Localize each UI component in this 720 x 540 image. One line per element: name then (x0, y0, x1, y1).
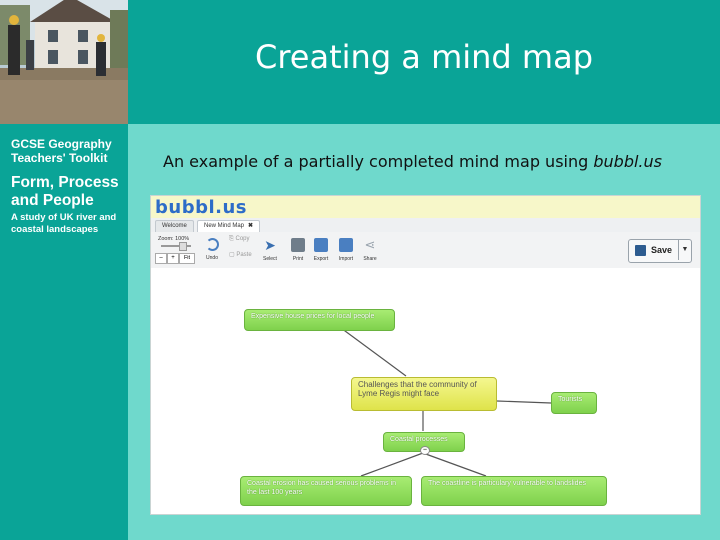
toolkit-title: GCSE Geography Teachers' Toolkit (11, 137, 112, 165)
tab-new-mind-map[interactable]: New Mind Map ✖ (197, 220, 261, 232)
copy-icon: ⎘ (229, 236, 234, 242)
tab-strip: Welcome New Mind Map ✖ (151, 218, 700, 233)
node-text: Expensive house prices for local people (251, 313, 375, 320)
undo-icon (205, 238, 219, 251)
paste-label: Paste (236, 252, 252, 258)
import-button[interactable]: Import (335, 234, 357, 262)
bubblus-app-screenshot: bubbl.us Welcome New Mind Map ✖ Zoom: 100… (150, 195, 701, 515)
node-text: Coastal erosion has caused serious probl… (247, 480, 397, 496)
mind-map-node[interactable]: Expensive house prices for local people (244, 309, 395, 331)
share-label: Share (363, 256, 377, 262)
bubblus-logo: bubbl.us (155, 197, 248, 218)
slide-title: Creating a mind map (255, 38, 593, 76)
zoom-in-button[interactable]: + (167, 253, 179, 264)
export-button[interactable]: Export (310, 234, 332, 262)
sidebar: GCSE Geography Teachers' Toolkit Form, P… (0, 0, 128, 540)
mind-map-canvas[interactable]: Expensive house prices for local people … (151, 268, 700, 514)
undo-label: Undo (206, 255, 218, 261)
copy-label: Copy (235, 236, 250, 242)
tab-welcome[interactable]: Welcome (155, 220, 194, 232)
flood-photo (0, 0, 128, 124)
title-band: Creating a mind map (128, 0, 720, 124)
node-text: Tourists (558, 396, 583, 403)
mind-map-node[interactable]: Coastal erosion has caused serious probl… (240, 476, 412, 506)
tab-new-mind-map-label: New Mind Map (204, 223, 245, 229)
select-button[interactable]: ➤ Select (259, 234, 281, 262)
paste-icon: ▢ (229, 252, 235, 258)
node-text: The coastline is particulary vulnerable … (428, 480, 586, 487)
mind-map-node[interactable]: The coastline is particulary vulnerable … (421, 476, 607, 506)
import-label: Import (338, 256, 354, 262)
floppy-disk-icon (635, 245, 646, 256)
mind-map-node[interactable]: Tourists (551, 392, 597, 414)
mind-map-node[interactable]: Coastal processes – (383, 432, 465, 455)
caption-text: An example of a partially completed mind… (163, 152, 594, 171)
toolkit-text: GCSE Geography Teachers' Toolkit Form, P… (11, 137, 126, 236)
cursor-icon: ➤ (264, 237, 276, 253)
export-icon (314, 238, 328, 252)
export-label: Export (313, 256, 329, 262)
select-label: Select (263, 256, 277, 262)
paste-button[interactable]: ▢ Paste (229, 251, 252, 258)
printer-icon (291, 238, 305, 252)
print-button[interactable]: Print (287, 234, 309, 262)
node-text: Coastal processes (390, 436, 448, 443)
close-icon[interactable]: ✖ (248, 223, 253, 229)
undo-button[interactable]: Undo (201, 234, 223, 261)
fit-button[interactable]: Fit (179, 253, 195, 264)
zoom-out-button[interactable]: – (155, 253, 167, 264)
node-text: Challenges that the community of Lyme Re… (358, 380, 477, 398)
tab-welcome-label: Welcome (162, 223, 187, 229)
print-label: Print (292, 256, 304, 262)
save-button[interactable]: Save ▼ (628, 239, 692, 263)
import-icon (339, 238, 353, 252)
chevron-down-icon[interactable]: ▼ (678, 240, 691, 260)
share-icon: ⋖ (364, 237, 376, 252)
share-button[interactable]: ⋖ Share (359, 234, 381, 263)
save-label: Save (651, 245, 673, 255)
unit-title: Form, Process and People (11, 174, 119, 209)
zoom-slider-handle[interactable] (179, 242, 187, 251)
app-header: bubbl.us (151, 196, 700, 219)
unit-subtitle: A study of UK river and coastal landscap… (11, 212, 117, 235)
caption-site: bubbl.us (593, 152, 662, 171)
toolbar: Zoom: 100% – + Fit Undo ⎘ Copy ▢ Paste ➤… (151, 232, 700, 269)
slide-caption: An example of a partially completed mind… (163, 152, 662, 171)
copy-button[interactable]: ⎘ Copy (229, 236, 250, 243)
collapse-handle[interactable]: – (420, 446, 430, 455)
mind-map-node-central[interactable]: Challenges that the community of Lyme Re… (351, 377, 497, 411)
